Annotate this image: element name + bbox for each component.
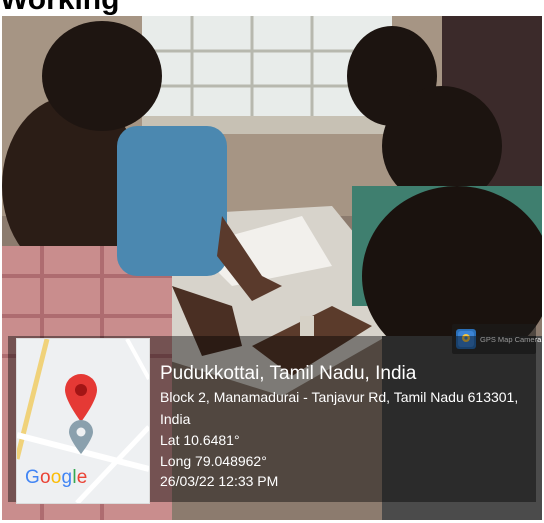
location-address: Block 2, Manamadurai - Tanjavur Rd, Tami… [160, 389, 519, 427]
google-logo: Google [25, 467, 88, 489]
map-pin-icon [65, 374, 97, 422]
latitude: Lat 10.6481° [160, 432, 240, 448]
geotag-info: Pudukkottai, Tamil Nadu, India Block 2, … [160, 362, 538, 492]
google-logo-letter: G [25, 467, 40, 488]
google-logo-letter: e [76, 467, 88, 488]
location-marker-icon [69, 420, 93, 454]
google-logo-letter: o [50, 467, 62, 488]
google-logo-letter: o [39, 467, 51, 488]
timestamp: 26/03/22 12:33 PM [160, 473, 279, 489]
location-title: Pudukkottai, Tamil Nadu, India [160, 363, 417, 384]
google-logo-letter: g [61, 467, 73, 488]
map-thumbnail: Google [16, 338, 150, 504]
longitude: Long 79.048962° [160, 452, 267, 469]
